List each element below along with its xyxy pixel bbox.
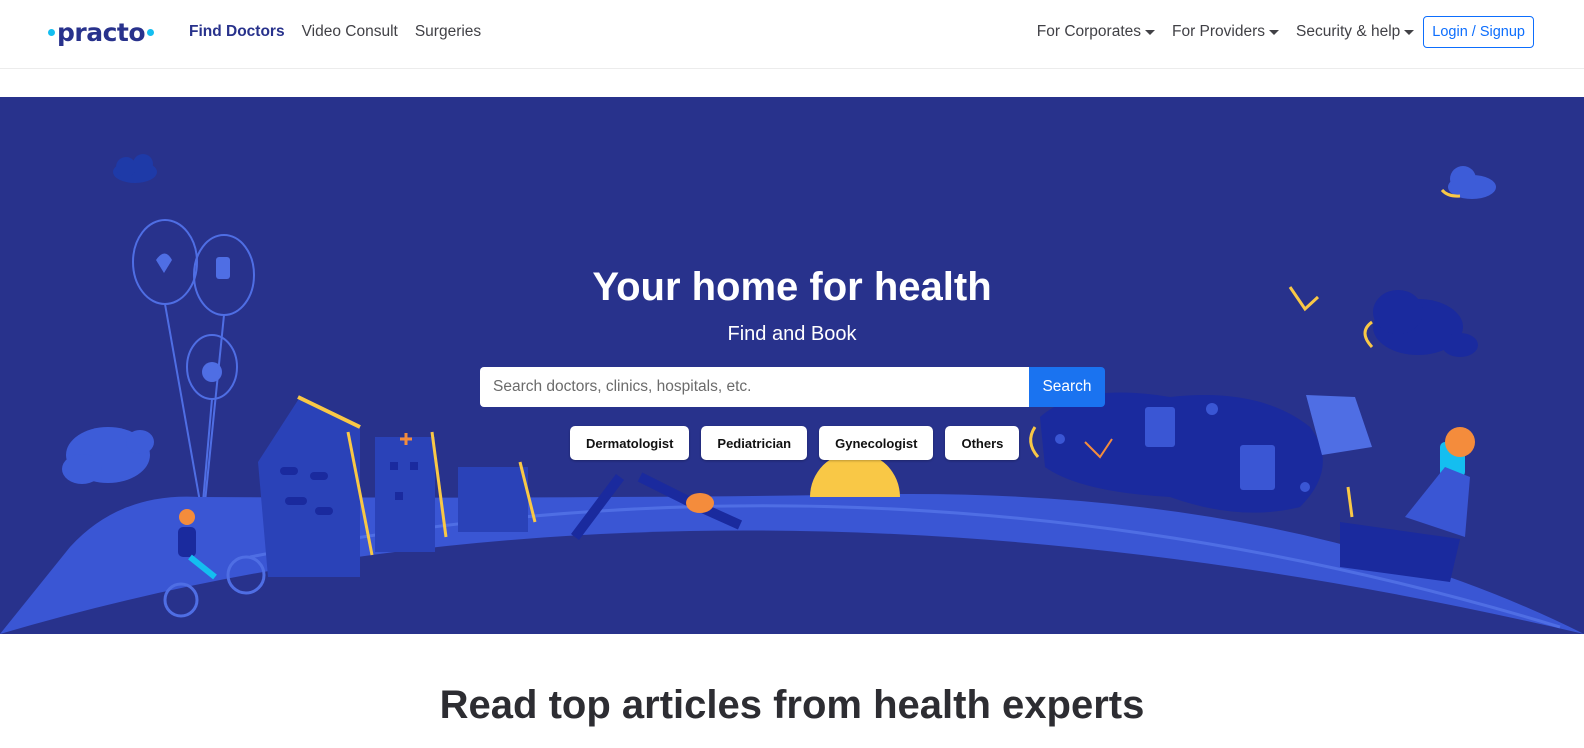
primary-nav: Find Doctors Video Consult Surgeries [189, 23, 481, 41]
hero-illustration [0, 154, 1584, 634]
security-help-label: Security & help [1296, 23, 1401, 40]
for-corporates-label: For Corporates [1036, 23, 1141, 40]
doctor-icon [1340, 427, 1475, 582]
for-corporates-dropdown[interactable]: For Corporates [1037, 23, 1155, 41]
articles-heading: Read top articles from health experts [439, 683, 1145, 727]
chip-others[interactable]: Others [945, 426, 1020, 460]
chip-gynecologist[interactable]: Gynecologist [819, 426, 934, 460]
shoe-icon [686, 493, 714, 513]
hero-banner: Your home for health Find and Book Searc… [0, 97, 1584, 634]
secondary-nav: For Corporates For Providers Security & … [1037, 16, 1584, 48]
health-icons-blob [1029, 392, 1323, 513]
nav-video-consult[interactable]: Video Consult [302, 23, 398, 41]
logo-text: practo [57, 17, 146, 47]
caret-down-icon [1269, 30, 1280, 35]
caret-down-icon [1145, 30, 1155, 35]
cloud-icon [113, 154, 157, 183]
cloud-icon [1440, 166, 1496, 199]
caret-down-icon [1404, 30, 1415, 35]
specialty-chips: Dermatologist Pediatrician Gynecologist … [570, 426, 1020, 460]
for-providers-label: For Providers [1172, 23, 1266, 40]
search-bar: Search [480, 367, 1105, 407]
cloud-icon [62, 427, 154, 484]
logo-dot-right [147, 28, 155, 36]
logo-dot-left [48, 28, 55, 36]
hero-title: Your home for health [592, 265, 992, 309]
apple-icon [202, 362, 222, 382]
balloons-icon [132, 219, 255, 503]
hero-subtitle: Find and Book [727, 323, 857, 345]
security-help-dropdown[interactable]: Security & help [1296, 23, 1415, 41]
search-input[interactable] [480, 367, 1029, 407]
practo-logo[interactable]: practo [48, 14, 155, 50]
nav-find-doctors[interactable]: Find Doctors [189, 23, 285, 41]
nav-surgeries[interactable]: Surgeries [415, 23, 481, 41]
chip-dermatologist[interactable]: Dermatologist [570, 426, 690, 460]
search-button[interactable]: Search [1029, 367, 1105, 407]
top-navbar: practo Find Doctors Video Consult Surger… [0, 0, 1584, 69]
for-providers-dropdown[interactable]: For Providers [1172, 23, 1280, 41]
login-signup-button[interactable]: Login / Signup [1423, 16, 1534, 48]
chip-pediatrician[interactable]: Pediatrician [701, 426, 808, 460]
